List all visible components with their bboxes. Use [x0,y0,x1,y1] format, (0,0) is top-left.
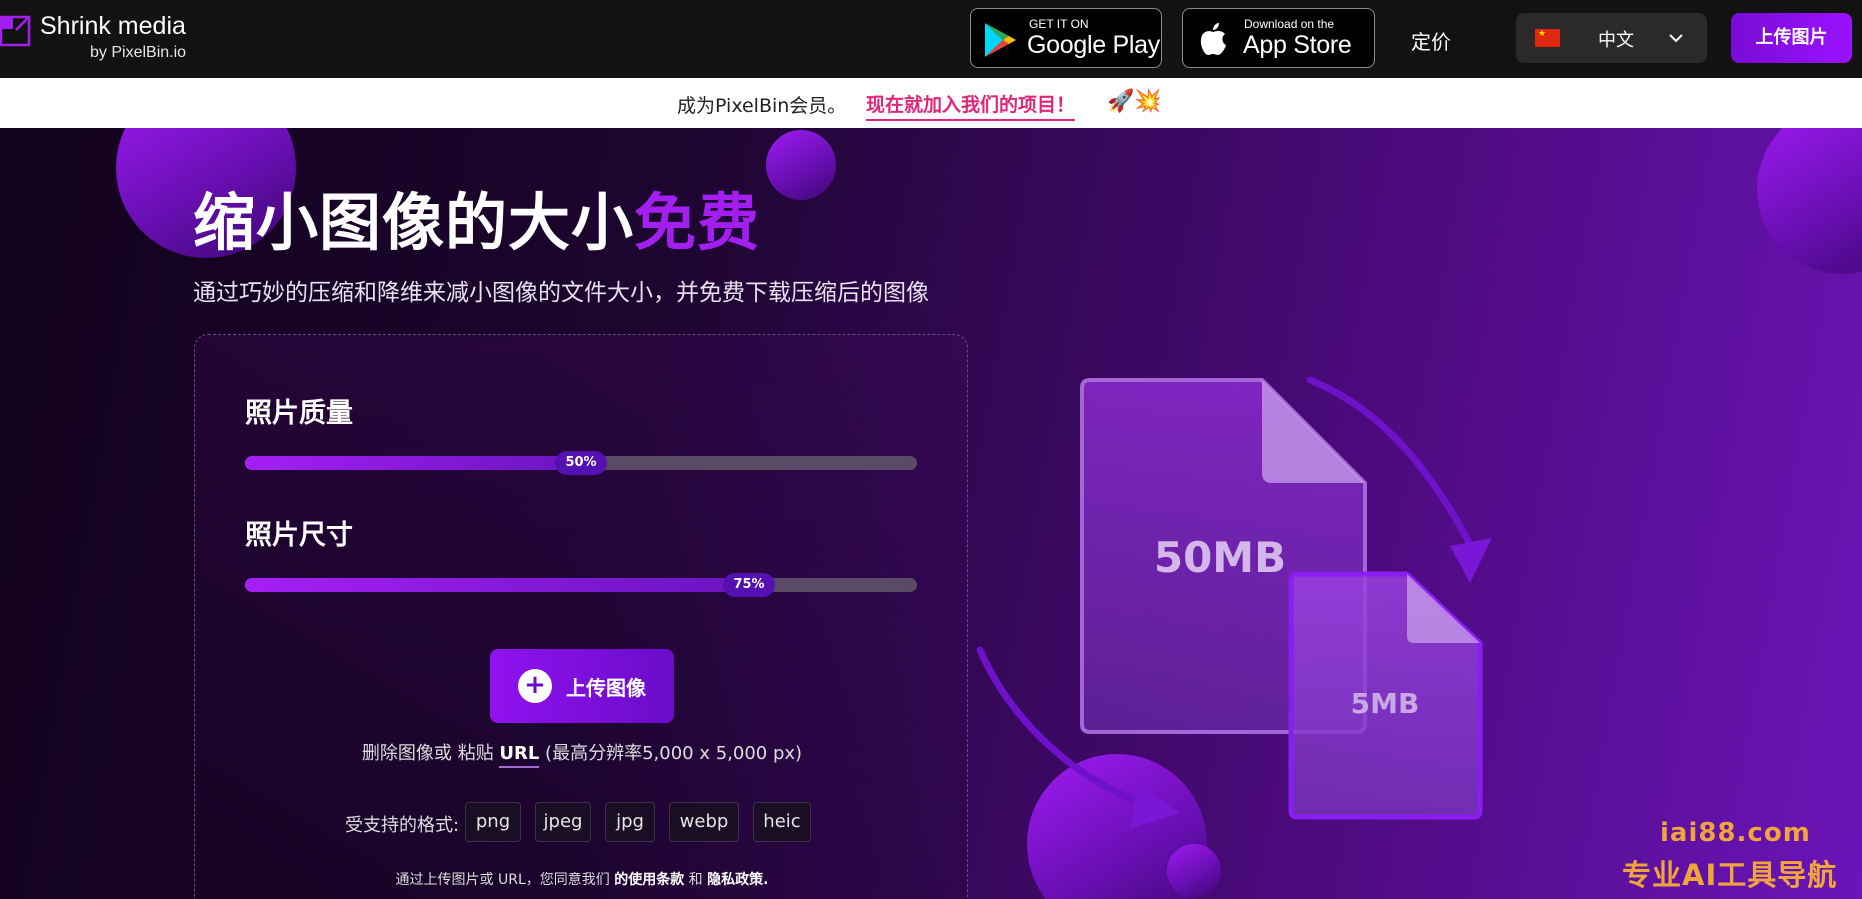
format-badge: jpeg [535,802,591,842]
size-slider[interactable]: 75% [245,573,917,597]
hero-subtitle: 通过巧妙的压缩和降维来减小图像的文件大小，并免费下载压缩后的图像 [193,280,929,306]
google-play-icon [985,23,1016,57]
decorative-circle [1757,128,1862,274]
arrow-head-bottom [1130,783,1180,828]
paste-url-link[interactable]: URL [499,743,540,768]
pricing-link[interactable]: 定价 [1411,26,1451,55]
app-store-button[interactable]: Download on the App Store [1182,8,1375,68]
quality-slider[interactable]: 50% [245,451,917,475]
google-play-button[interactable]: GET IT ON Google Play [970,8,1162,68]
upload-image-button[interactable]: + 上传图像 [490,649,674,723]
terms-mid: 和 [684,872,708,888]
terms-notice: 通过上传图片或 URL，您同意我们 的使用条款 和 隐私政策. [195,869,969,889]
quality-slider-fill [245,456,581,470]
hint-prefix: 删除图像或 粘贴 [361,743,500,764]
hint-suffix: (最高分辨率5,000 x 5,000 px) [539,743,803,764]
compression-illustration: 50MB 5MB [976,376,1492,828]
hero-section: 缩小图像的大小免费 通过巧妙的压缩和降维来减小图像的文件大小，并免费下载压缩后的… [0,128,1862,899]
format-badge: heic [753,802,811,842]
logo-title[interactable]: Shrink media [40,12,186,41]
decorative-circle [1167,844,1221,898]
size-label: 照片尺寸 [245,520,353,551]
upload-panel[interactable]: 照片质量 50% 照片尺寸 75% + 上传图像 删除图像或 粘贴 URL (最… [194,334,968,899]
terms-of-use-link[interactable]: 的使用条款 [614,872,684,888]
upload-hint: 删除图像或 粘贴 URL (最高分辨率5,000 x 5,000 px) [195,739,969,768]
hero-title-accent: 免费 [634,186,761,259]
format-badge: webp [669,802,739,842]
arrow-head-top [1450,538,1492,583]
upload-image-label: 上传图像 [566,676,646,700]
hero-title: 缩小图像的大小免费 [193,172,760,262]
language-label: 中文 [1598,30,1634,51]
nav-upload-button[interactable]: 上传图片 [1731,13,1852,63]
privacy-policy-link[interactable]: 隐私政策. [707,872,768,888]
size-slider-handle[interactable]: 75% [723,573,775,597]
app-store-big-text: App Store [1243,31,1352,59]
app-store-small-text: Download on the [1244,17,1335,31]
watermark-url: iai88.com [1660,818,1811,848]
banner-join-link[interactable]: 现在就加入我们的项目！ [866,90,1076,121]
apple-icon [1200,23,1226,55]
small-file-size: 5MB [1351,687,1420,720]
quality-label: 照片质量 [245,398,353,429]
hero-title-main: 缩小图像的大小 [193,186,635,259]
format-badge: png [465,802,521,842]
format-badge: jpg [605,802,655,842]
banner-text: 成为PixelBin会员。 [677,95,847,117]
decorative-circle [766,130,836,200]
size-slider-fill [245,578,749,592]
language-selector[interactable]: ★ 中文 [1516,13,1707,63]
rocket-explosion-emoji: 🚀💥 [1107,89,1162,114]
shrink-media-logo-icon[interactable] [0,8,32,48]
logo-subtitle: by PixelBin.io [90,44,187,61]
big-file-size: 50MB [1154,533,1286,582]
quality-slider-handle[interactable]: 50% [555,451,607,475]
membership-banner: 成为PixelBin会员。 现在就加入我们的项目！ 🚀💥 [0,78,1862,128]
plus-icon: + [518,669,552,703]
china-flag-icon: ★ [1535,29,1560,47]
chevron-down-icon [1669,34,1683,43]
watermark-slogan: 专业AI工具导航 [1622,858,1838,892]
top-navbar: Shrink media by PixelBin.io GET IT ON Go… [0,0,1862,78]
google-play-big-text: Google Play [1027,31,1160,59]
google-play-small-text: GET IT ON [1029,17,1089,31]
formats-label: 受支持的格式: [345,815,460,836]
terms-prefix: 通过上传图片或 URL，您同意我们 [395,872,615,888]
